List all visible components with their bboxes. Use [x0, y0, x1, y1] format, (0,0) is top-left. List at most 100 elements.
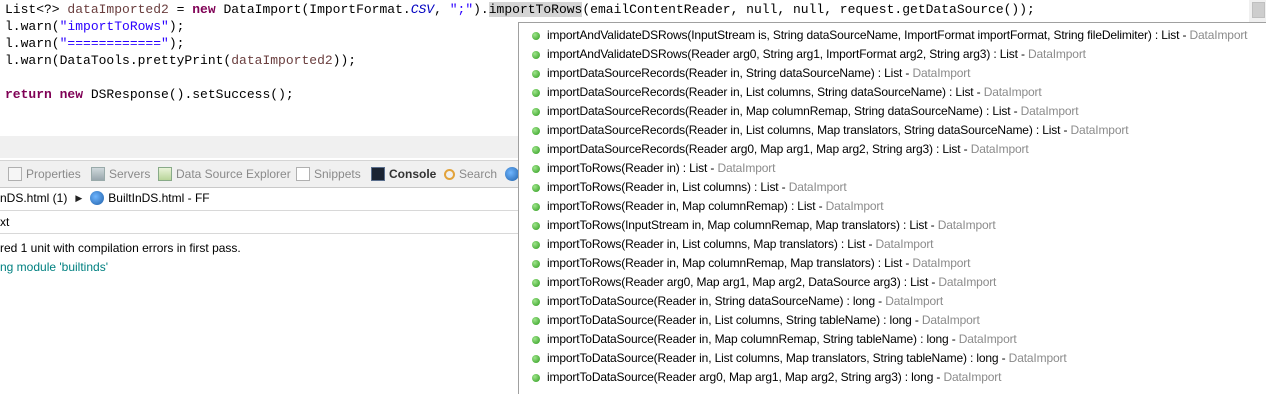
code-text: , — [434, 2, 450, 17]
breadcrumb-item[interactable]: BuiltInDS.html - FF — [108, 191, 209, 205]
public-method-icon — [532, 184, 540, 192]
method-signature: importToDataSource(Reader in, String dat… — [547, 294, 886, 308]
method-signature: importToRows(Reader in, List columns, Ma… — [547, 237, 876, 251]
proposal-label: importDataSourceRecords(Reader in, Strin… — [547, 64, 970, 83]
public-method-icon — [532, 70, 540, 78]
completion-proposal[interactable]: importToRows(Reader in, List columns) : … — [519, 178, 1266, 197]
tab-console[interactable]: Console — [371, 161, 436, 187]
code-line-2[interactable]: l.warn("importToRows"); — [5, 18, 184, 35]
tab-servers[interactable]: Servers — [91, 161, 150, 187]
declaring-class: DataImport — [885, 294, 944, 308]
proposal-label: importDataSourceRecords(Reader in, Map c… — [547, 102, 1079, 121]
method-signature: importToDataSource(Reader in, List colum… — [547, 351, 1009, 365]
console-filter-field[interactable]: xt — [0, 210, 520, 234]
completion-proposal[interactable]: importToDataSource(Reader in, Map column… — [519, 330, 1266, 349]
completion-proposal[interactable]: importToDataSource(Reader in, String dat… — [519, 292, 1266, 311]
public-method-icon — [532, 355, 540, 363]
tab-label: Properties — [26, 167, 81, 181]
tab-snippets[interactable]: Snippets — [296, 161, 361, 187]
public-method-icon — [532, 317, 540, 325]
code-method-highlight: importToRows — [488, 2, 583, 17]
console-breadcrumb: nDS.html (1) ▶ BuiltInDS.html - FF — [0, 188, 520, 208]
tab-overflow[interactable] — [505, 161, 519, 187]
proposal-label: importToRows(Reader in, Map columnRemap,… — [547, 254, 970, 273]
method-signature: importToDataSource(Reader in, List colum… — [547, 313, 922, 327]
code-string: ";" — [449, 2, 474, 17]
completion-proposal[interactable]: importAndValidateDSRows(Reader arg0, Str… — [519, 45, 1266, 64]
completion-proposal[interactable]: importDataSourceRecords(Reader in, List … — [519, 83, 1266, 102]
declaring-class: DataImport — [912, 66, 971, 80]
declaring-class: DataImport — [970, 142, 1029, 156]
code-line-5[interactable]: return new DSResponse().setSuccess(); — [5, 86, 294, 103]
public-method-icon — [532, 260, 540, 268]
proposal-label: importDataSourceRecords(Reader in, List … — [547, 83, 1042, 102]
tab-label: Servers — [109, 167, 151, 181]
filter-text: xt — [0, 215, 10, 229]
servers-icon — [91, 167, 105, 181]
completion-proposal[interactable]: importToRows(InputStream in, Map columnR… — [519, 216, 1266, 235]
proposal-label: importToRows(Reader in, List columns) : … — [547, 178, 847, 197]
code-text: (emailContentReader, null, null, request… — [582, 2, 1035, 17]
code-keyword: new — [192, 2, 216, 17]
completion-proposal[interactable]: importDataSourceRecords(Reader in, Map c… — [519, 102, 1266, 121]
code-text: l.warn(DataTools.prettyPrint( — [5, 53, 232, 68]
method-signature: importDataSourceRecords(Reader in, Strin… — [547, 66, 913, 80]
code-text: )); — [332, 53, 357, 68]
declaring-class: DataImport — [1008, 351, 1067, 365]
proposal-label: importDataSourceRecords(Reader in, List … — [547, 121, 1129, 140]
completion-proposal[interactable]: importToRows(Reader in, Map columnRemap,… — [519, 254, 1266, 273]
completion-proposal[interactable]: importToDataSource(Reader in, List colum… — [519, 311, 1266, 330]
completion-proposal[interactable]: importToRows(Reader in, List columns, Ma… — [519, 235, 1266, 254]
method-signature: importAndValidateDSRows(InputStream is, … — [547, 28, 1190, 42]
code-line-1[interactable]: List<?> dataImported2 = new DataImport(I… — [5, 1, 1035, 18]
public-method-icon — [532, 241, 540, 249]
globe-icon — [90, 191, 105, 205]
breadcrumb-item[interactable]: nDS.html (1) — [0, 191, 67, 205]
code-field: CSV — [410, 2, 435, 17]
tab-properties[interactable]: Properties — [8, 161, 81, 187]
code-line-3[interactable]: l.warn("============"); — [5, 35, 184, 52]
code-text: ). — [473, 2, 489, 17]
completion-proposal[interactable]: importToRows(Reader arg0, Map arg1, Map … — [519, 273, 1266, 292]
code-text: = — [168, 2, 193, 17]
tab-data-source-explorer[interactable]: Data Source Explorer — [158, 161, 291, 187]
tab-search[interactable]: Search — [444, 161, 497, 187]
completion-proposal[interactable]: importToDataSource(Reader arg0, Map arg1… — [519, 368, 1266, 387]
content-assist-popup[interactable]: importAndValidateDSRows(InputStream is, … — [518, 22, 1266, 394]
method-signature: importDataSourceRecords(Reader arg0, Map… — [547, 142, 971, 156]
declaring-class: DataImport — [717, 161, 776, 175]
completion-proposal[interactable]: importToRows(Reader in, Map columnRemap)… — [519, 197, 1266, 216]
proposal-label: importToRows(Reader in, Map columnRemap)… — [547, 197, 884, 216]
proposal-label: importToDataSource(Reader in, List colum… — [547, 349, 1067, 368]
proposal-label: importToDataSource(Reader in, Map column… — [547, 330, 1017, 349]
code-line-4[interactable]: l.warn(DataTools.prettyPrint(dataImporte… — [5, 52, 356, 69]
proposal-label: importToRows(Reader in) : List - DataImp… — [547, 159, 775, 178]
completion-proposal[interactable]: importDataSourceRecords(Reader arg0, Map… — [519, 140, 1266, 159]
completion-proposal[interactable]: importToRows(Reader in) : List - DataImp… — [519, 159, 1266, 178]
public-method-icon — [532, 336, 540, 344]
completion-proposal[interactable]: importToDataSource(Reader in, List colum… — [519, 349, 1266, 368]
completion-proposal[interactable]: importDataSourceRecords(Reader in, List … — [519, 121, 1266, 140]
method-signature: importDataSourceRecords(Reader in, Map c… — [547, 104, 1021, 118]
declaring-class: DataImport — [1189, 28, 1248, 42]
declaring-class: DataImport — [788, 180, 847, 194]
snippets-icon — [296, 167, 310, 181]
completion-proposal[interactable]: importAndValidateDSRows(InputStream is, … — [519, 26, 1266, 45]
scrollbar-thumb[interactable] — [1252, 2, 1265, 18]
method-signature: importToDataSource(Reader arg0, Map arg1… — [547, 370, 944, 384]
code-text: l.warn( — [5, 36, 60, 51]
proposal-label: importToDataSource(Reader in, String dat… — [547, 292, 943, 311]
code-text: ); — [168, 36, 185, 51]
public-method-icon — [532, 146, 540, 154]
tab-label: Search — [459, 167, 498, 181]
properties-icon — [8, 167, 22, 181]
method-signature: importDataSourceRecords(Reader in, List … — [547, 123, 1071, 137]
code-variable: dataImported2 — [67, 2, 169, 17]
method-signature: importToRows(Reader in, Map columnRemap,… — [547, 256, 913, 270]
completion-proposal[interactable]: importDataSourceRecords(Reader in, Strin… — [519, 64, 1266, 83]
code-keyword: return — [5, 87, 52, 102]
method-signature: importDataSourceRecords(Reader in, List … — [547, 85, 984, 99]
declaring-class: DataImport — [938, 275, 997, 289]
method-signature: importToRows(Reader arg0, Map arg1, Map … — [547, 275, 939, 289]
